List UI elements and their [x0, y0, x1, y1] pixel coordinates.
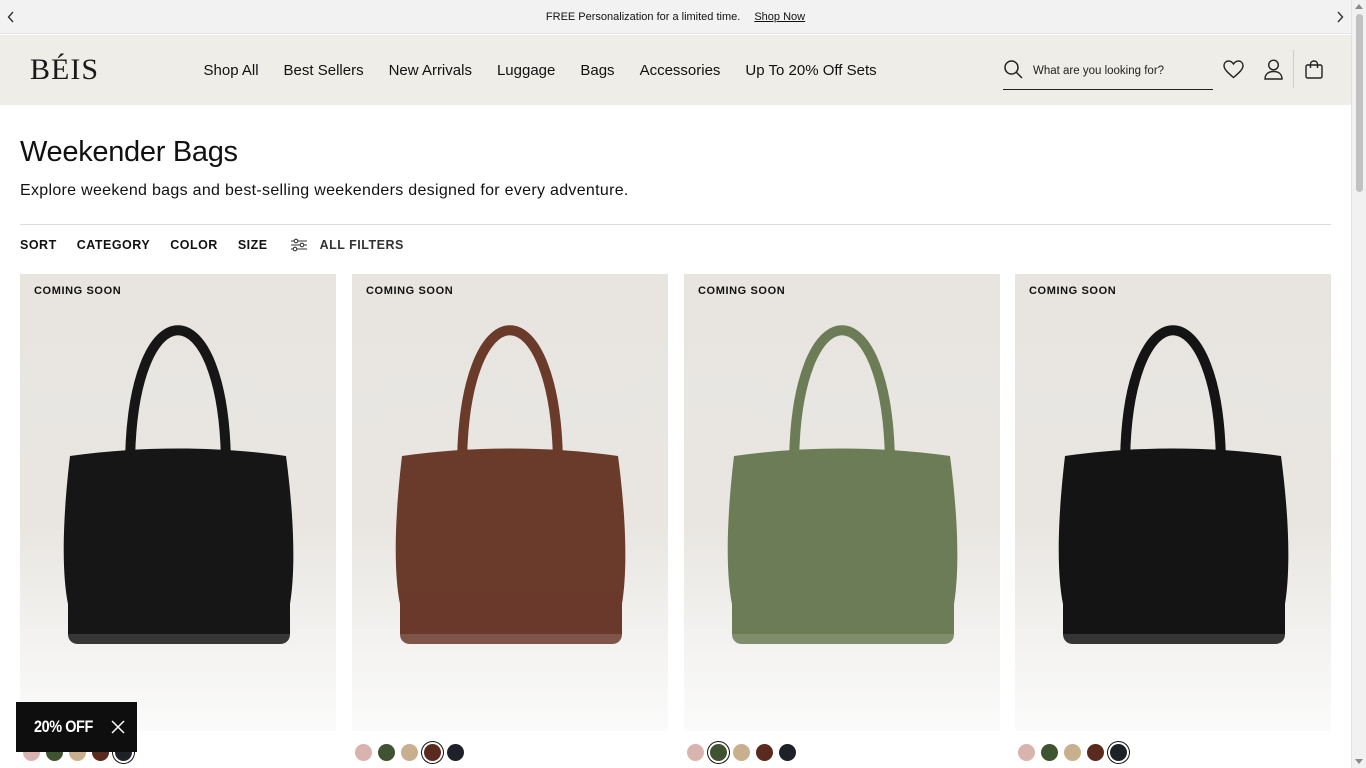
- color-swatches: [687, 744, 802, 761]
- product-image: [727, 325, 958, 644]
- size-filter[interactable]: SIZE: [238, 238, 268, 252]
- discount-popup-tab[interactable]: 20% OFF: [16, 702, 137, 752]
- product-card[interactable]: COMING SOON: [352, 274, 668, 731]
- color-swatch-blush[interactable]: [687, 744, 704, 761]
- color-swatch-olive[interactable]: [1041, 744, 1058, 761]
- main-nav: Shop All Best Sellers New Arrivals Lugga…: [191, 35, 889, 105]
- nav-accessories[interactable]: Accessories: [640, 62, 721, 79]
- shop-now-link[interactable]: Shop Now: [754, 11, 805, 23]
- status-badge: COMING SOON: [366, 285, 454, 297]
- page-title: Weekender Bags: [20, 136, 238, 168]
- color-swatch-maple[interactable]: [1087, 744, 1104, 761]
- category-filter[interactable]: CATEGORY: [77, 238, 150, 252]
- color-swatch-blush[interactable]: [355, 744, 372, 761]
- promo-label: 20% OFF: [34, 717, 93, 736]
- color-swatch-maple[interactable]: [756, 744, 773, 761]
- color-swatch-olive[interactable]: [710, 744, 727, 761]
- nav-luggage[interactable]: Luggage: [497, 62, 555, 79]
- color-swatches: [1018, 744, 1133, 761]
- product-card[interactable]: COMING SOON: [20, 274, 336, 731]
- product-card[interactable]: COMING SOON: [1015, 274, 1331, 731]
- color-swatch-black[interactable]: [779, 744, 796, 761]
- color-swatch-maple[interactable]: [424, 744, 441, 761]
- search-bar[interactable]: [1003, 53, 1213, 90]
- heart-icon[interactable]: [1221, 57, 1245, 81]
- status-badge: COMING SOON: [34, 285, 122, 297]
- logo[interactable]: BÉIS: [30, 53, 99, 87]
- status-badge: COMING SOON: [698, 285, 786, 297]
- product-image: [63, 325, 294, 644]
- color-swatch-olive[interactable]: [378, 744, 395, 761]
- all-filters-label: ALL FILTERS: [319, 238, 404, 252]
- sliders-icon: [290, 238, 307, 252]
- status-badge: COMING SOON: [1029, 285, 1117, 297]
- close-icon[interactable]: [111, 720, 125, 734]
- scroll-up-arrow[interactable]: [1355, 4, 1363, 9]
- product-image: [1058, 325, 1289, 644]
- account-icon[interactable]: [1261, 57, 1285, 81]
- all-filters-button[interactable]: ALL FILTERS: [290, 238, 404, 252]
- color-filter[interactable]: COLOR: [170, 238, 218, 252]
- search-input[interactable]: [1033, 65, 1203, 77]
- chevron-right-icon[interactable]: [1333, 9, 1347, 25]
- announcement-bar: FREE Personalization for a limited time.…: [0, 0, 1351, 34]
- nav-best-sellers[interactable]: Best Sellers: [284, 62, 364, 79]
- site-header: BÉIS Shop All Best Sellers New Arrivals …: [0, 35, 1351, 105]
- product-image: [395, 325, 626, 644]
- chevron-left-icon[interactable]: [4, 9, 18, 25]
- color-swatch-black[interactable]: [1110, 744, 1127, 761]
- scrollbar[interactable]: [1351, 0, 1366, 768]
- color-swatch-blush[interactable]: [1018, 744, 1035, 761]
- nav-new-arrivals[interactable]: New Arrivals: [389, 62, 472, 79]
- color-swatch-beige[interactable]: [1064, 744, 1081, 761]
- color-swatch-black[interactable]: [447, 744, 464, 761]
- nav-bags[interactable]: Bags: [580, 62, 614, 79]
- cart-icon[interactable]: [1302, 57, 1326, 81]
- nav-shop-all[interactable]: Shop All: [204, 62, 259, 79]
- sort-button[interactable]: SORT: [20, 238, 57, 252]
- scrollbar-thumb[interactable]: [1356, 14, 1363, 192]
- color-swatches: [355, 744, 470, 761]
- color-swatch-beige[interactable]: [401, 744, 418, 761]
- page-description: Explore weekend bags and best-selling we…: [20, 182, 629, 199]
- search-icon[interactable]: [1003, 59, 1023, 84]
- announcement-message: FREE Personalization for a limited time.: [545, 10, 741, 23]
- color-swatch-beige[interactable]: [733, 744, 750, 761]
- product-card[interactable]: COMING SOON: [684, 274, 1000, 731]
- header-divider: [1293, 50, 1294, 88]
- filter-bar: SORT CATEGORY COLOR SIZE ALL FILTERS: [20, 238, 404, 252]
- divider: [20, 224, 1331, 225]
- scroll-down-arrow[interactable]: [1355, 759, 1363, 764]
- nav-sets-sale[interactable]: Up To 20% Off Sets: [745, 62, 876, 79]
